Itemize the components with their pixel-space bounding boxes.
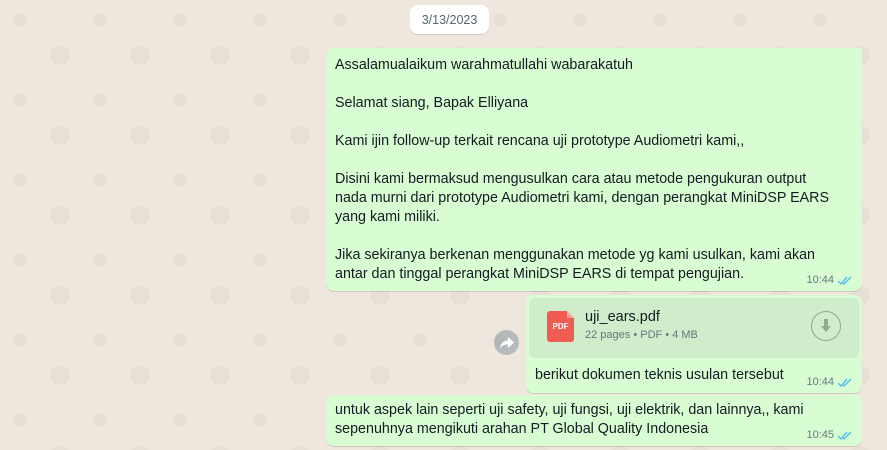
message-paragraph: Selamat siang, Bapak Elliyana [335, 95, 529, 111]
message-paragraph: Disini kami bermaksud mengusulkan cara a… [335, 171, 830, 225]
message-time: 10:44 [806, 274, 834, 286]
download-button[interactable] [811, 311, 841, 341]
message-meta: 10:45 [806, 429, 854, 441]
message-paragraph: Assalamualaikum warahmatullahi wabarakat… [335, 57, 634, 73]
pdf-badge-label: PDF [552, 322, 569, 331]
message-text: untuk aspek lain seperti uji safety, uji… [335, 401, 815, 439]
document-file-name: uji_ears.pdf [585, 309, 660, 325]
message-time: 10:45 [806, 429, 834, 441]
outgoing-message[interactable]: Assalamualaikum warahmatullahi wabarakat… [326, 48, 862, 291]
outgoing-document-message[interactable]: PDF uji_ears.pdf 22 pages • PDF • 4 MB b… [526, 295, 862, 393]
pdf-file-icon: PDF [547, 311, 574, 342]
document-caption: berikut dokumen teknis usulan tersebut [535, 367, 784, 383]
message-meta: 10:44 [806, 376, 854, 388]
download-icon [821, 319, 831, 332]
document-file-info: 22 pages • PDF • 4 MB [585, 329, 698, 341]
message-paragraph: Kami ijin follow-up terkait rencana uji … [335, 133, 745, 149]
double-check-icon [837, 431, 852, 440]
message-paragraph: Jika sekiranya berkenan menggunakan meto… [335, 247, 816, 282]
outgoing-message[interactable]: untuk aspek lain seperti uji safety, uji… [326, 395, 862, 446]
message-time: 10:44 [806, 376, 834, 388]
message-text: Assalamualaikum warahmatullahi wabarakat… [335, 56, 835, 284]
forward-icon [499, 336, 514, 348]
document-attachment[interactable]: PDF uji_ears.pdf 22 pages • PDF • 4 MB [529, 298, 859, 358]
double-check-icon [837, 378, 852, 387]
date-separator-label: 3/13/2023 [421, 12, 478, 27]
date-separator: 3/13/2023 [410, 5, 489, 34]
forward-button[interactable] [494, 330, 519, 355]
message-paragraph: untuk aspek lain seperti uji safety, uji… [335, 402, 804, 437]
double-check-icon [837, 276, 852, 285]
message-meta: 10:44 [806, 274, 854, 286]
